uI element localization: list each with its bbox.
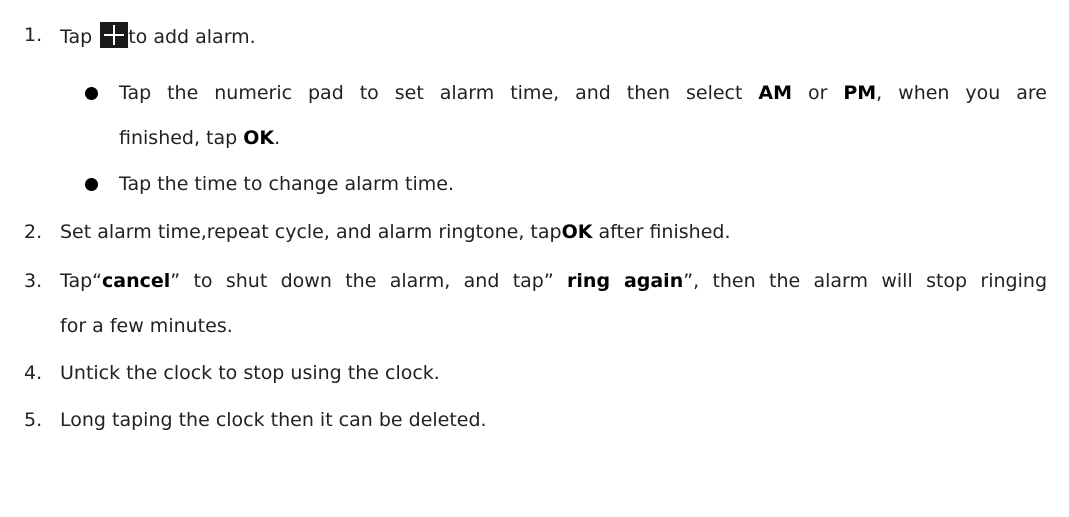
ok-keyword: OK [243,127,275,149]
step-2-text-a: Set alarm time,repeat cycle, and alarm r… [60,221,562,243]
bullet-1-text-a: Tap the numeric pad to set alarm time, a… [119,82,759,104]
bullet-1-text-c: , when you are [876,82,1047,104]
cancel-keyword: cancel [102,270,171,292]
step-3-number: 3. [24,270,43,292]
step-1-bullet-1-line-2: finished, tap OK. [119,125,280,151]
bullet-1-text-b: or [792,82,844,104]
step-2-text-b: after finished. [592,221,731,243]
pm-keyword: PM [843,82,877,104]
step-1-bullet-2: Tap the time to change alarm time. [119,173,455,195]
bullet-icon [85,178,98,191]
bullet-1-text-e: . [274,127,281,149]
step-3-line-2: for a few minutes. [60,315,233,337]
step-5-number: 5. [24,409,43,431]
step-3-text-b: ” to shut down the alarm, and tap” [170,270,568,292]
step-3-line-1: Tap“cancel” to shut down the alarm, and … [60,268,1047,294]
step-2-number: 2. [24,221,43,243]
bullet-1-text-d: finished, tap [119,127,244,149]
step-1-text-before: Tap [60,26,99,48]
am-keyword: AM [758,82,792,104]
step-1-bullet-1-line-1: Tap the numeric pad to set alarm time, a… [119,80,1047,106]
step-2-text: Set alarm time,repeat cycle, and alarm r… [60,219,730,245]
step-3-text-c: ”, then the alarm will stop ringing [683,270,1047,292]
ok-keyword: OK [561,221,593,243]
step-1-number: 1. [24,24,43,46]
step-1-text: Tap to add alarm. [60,22,256,50]
ring-again-keyword: ring again [567,270,684,292]
bullet-icon [85,87,98,100]
plus-icon [100,22,129,48]
step-1-text-after: to add alarm. [128,26,256,48]
step-4-text: Untick the clock to stop using the clock… [60,362,440,384]
step-4-number: 4. [24,362,43,384]
step-5-text: Long taping the clock then it can be del… [60,409,487,431]
step-3-text-a: Tap“ [60,270,103,292]
